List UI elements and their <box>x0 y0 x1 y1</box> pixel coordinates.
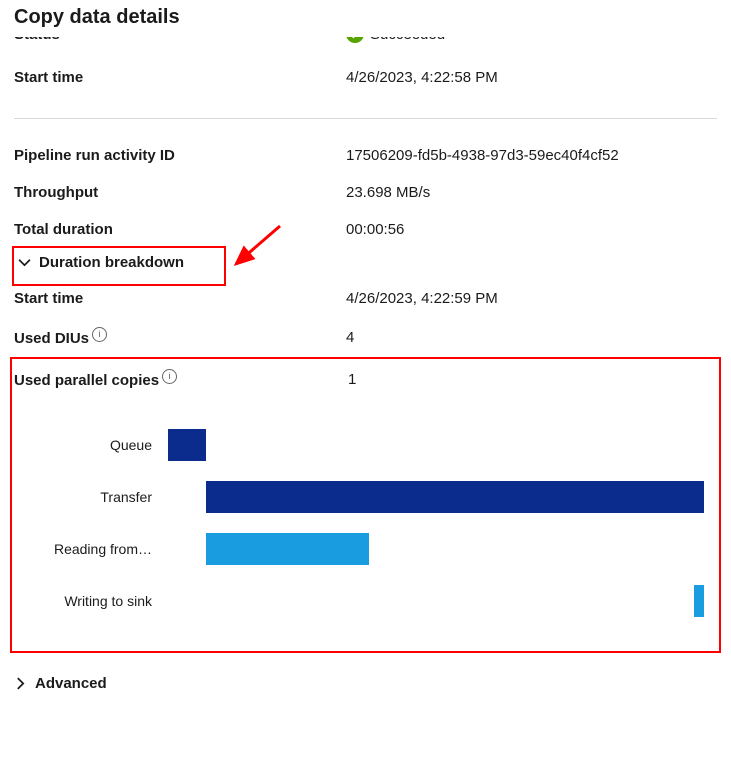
info-icon[interactable]: i <box>162 369 177 384</box>
chart-bar-row: Queue <box>20 429 719 461</box>
used-parallel-value: 1 <box>348 371 356 388</box>
duration-breakdown-toggle[interactable]: Duration breakdown <box>14 252 188 273</box>
breakdown-start-time-value: 4/26/2023, 4:22:59 PM <box>346 290 498 307</box>
advanced-toggle[interactable]: Advanced <box>14 675 107 692</box>
chart-bar-row: Reading from… <box>20 533 719 565</box>
used-dius-row: Used DIUsi 4 <box>14 317 717 357</box>
chart-bar-track <box>168 481 719 513</box>
chart-bar <box>206 481 704 513</box>
start-time-label: Start time <box>14 69 346 86</box>
duration-breakdown-label: Duration breakdown <box>39 254 184 271</box>
breakdown-start-time-row: Start time 4/26/2023, 4:22:59 PM <box>14 280 717 317</box>
success-icon <box>346 37 364 43</box>
breakdown-start-time-label: Start time <box>14 290 346 307</box>
pipeline-id-row: Pipeline run activity ID 17506209-fd5b-4… <box>14 137 717 174</box>
chart-bar-track <box>168 429 719 461</box>
used-dius-label: Used DIUsi <box>14 327 346 347</box>
start-time-row: Start time 4/26/2023, 4:22:58 PM <box>14 59 717 96</box>
duration-chart: Queue Transfer Reading from… Writing to sin… <box>12 399 719 651</box>
info-icon[interactable]: i <box>92 327 107 342</box>
chart-bar-label: Transfer <box>20 489 168 505</box>
total-duration-label: Total duration <box>14 221 346 238</box>
chevron-down-icon <box>18 256 31 269</box>
pipeline-id-value: 17506209-fd5b-4938-97d3-59ec40f4cf52 <box>346 147 619 164</box>
chevron-right-icon <box>14 677 27 690</box>
page-title: Copy data details <box>14 6 717 29</box>
status-label: Status <box>14 37 346 43</box>
chart-bar <box>694 585 704 617</box>
chart-bar-label: Queue <box>20 437 168 453</box>
status-value: Succeeded <box>370 37 445 43</box>
annotation-box-chart: Used parallel copiesi 1 Queue Transfer Rea… <box>10 357 721 653</box>
start-time-value: 4/26/2023, 4:22:58 PM <box>346 69 498 86</box>
chart-bar-label: Writing to sink <box>20 593 168 609</box>
section-divider <box>14 118 717 119</box>
status-row: Status Succeeded <box>14 37 717 59</box>
total-duration-value: 00:00:56 <box>346 221 404 238</box>
chart-bar-row: Writing to sink <box>20 585 719 617</box>
chart-bar <box>168 429 206 461</box>
throughput-row: Throughput 23.698 MB/s <box>14 174 717 211</box>
advanced-label: Advanced <box>35 675 107 692</box>
chart-bar-track <box>168 585 719 617</box>
chart-bar-row: Transfer <box>20 481 719 513</box>
total-duration-row: Total duration 00:00:56 <box>14 211 717 248</box>
used-parallel-label: Used parallel copiesi <box>14 369 348 389</box>
chart-bar <box>206 533 369 565</box>
used-dius-value: 4 <box>346 329 354 346</box>
used-parallel-row: Used parallel copiesi 1 <box>12 359 719 399</box>
throughput-label: Throughput <box>14 184 346 201</box>
chart-bar-track <box>168 533 719 565</box>
pipeline-id-label: Pipeline run activity ID <box>14 147 346 164</box>
chart-bar-label: Reading from… <box>20 541 168 557</box>
throughput-value: 23.698 MB/s <box>346 184 430 201</box>
